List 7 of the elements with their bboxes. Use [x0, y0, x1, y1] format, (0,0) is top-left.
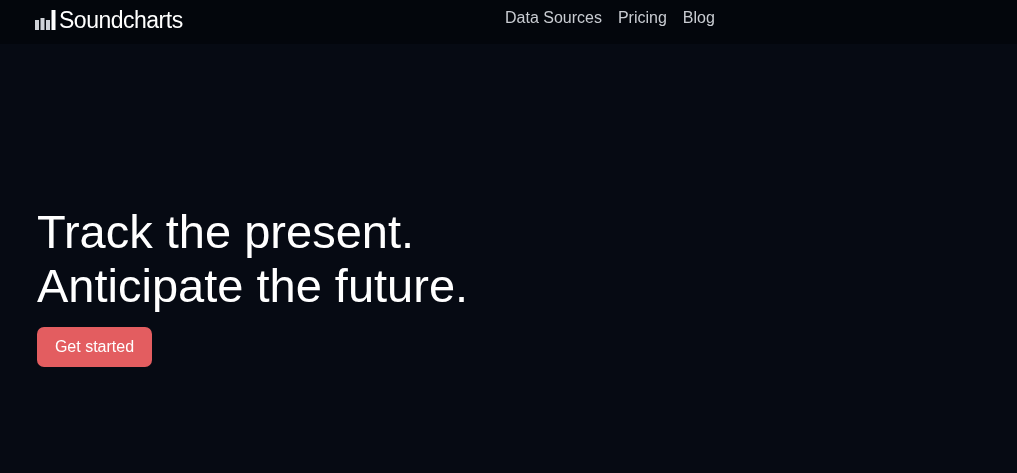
nav-link[interactable]: Blog [682, 8, 715, 28]
logo-bars-icon [35, 10, 56, 30]
hero-headline: Track the present. Anticipate the future. [37, 205, 470, 313]
nav-link[interactable]: Pricing [617, 8, 667, 28]
nav-link[interactable]: Data Sources [505, 8, 602, 28]
logo-wordmark[interactable]: Soundcharts [59, 6, 183, 34]
get-started-button[interactable]: Get started [37, 327, 152, 367]
